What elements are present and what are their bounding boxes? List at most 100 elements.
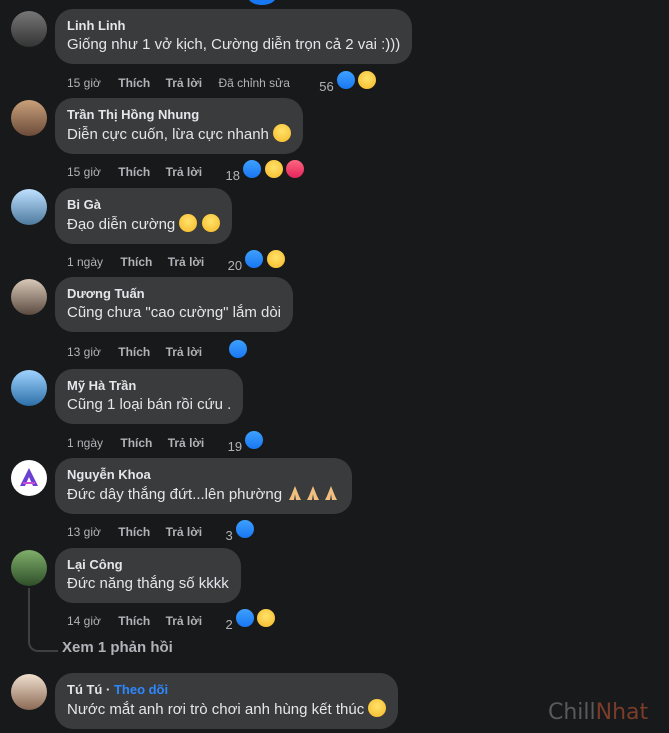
reply-button[interactable]: Trả lời	[166, 610, 203, 632]
comment-time[interactable]: 1 ngày	[67, 251, 103, 273]
avatar[interactable]	[11, 674, 47, 710]
comment-text-body: Nước mắt anh rơi trò chơi anh hùng kết t…	[67, 701, 365, 718]
comment-bubble: Dương Tuấn Cũng chưa "cao cường" lắm dòi	[55, 277, 294, 332]
comment-actions: 13 giờ Thích Trả lời 3	[67, 518, 257, 543]
reply-button[interactable]: Trả lời	[166, 72, 203, 94]
reply-button[interactable]: Trả lời	[166, 341, 203, 363]
avatar[interactable]	[11, 370, 47, 406]
comment-actions: 15 giờ Thích Trả lời 18	[67, 158, 306, 183]
commenter-name[interactable]: Linh Linh	[67, 17, 400, 34]
reaction-summary[interactable]	[225, 338, 249, 367]
like-reaction-icon	[241, 158, 264, 180]
avatar[interactable]	[11, 460, 47, 496]
like-button[interactable]: Thích	[118, 521, 150, 543]
like-reaction-icon	[234, 607, 257, 629]
comment-bubble: Nguyễn Khoa Đức dây thắng đứt...lên phườ…	[55, 458, 353, 514]
comment-text: Nước mắt anh rơi trò chơi anh hùng kết t…	[67, 699, 387, 720]
love-reaction-icon	[283, 158, 306, 180]
haha-reaction-icon	[264, 248, 287, 270]
watermark-part: Chill	[548, 700, 596, 725]
avatar[interactable]	[11, 100, 47, 136]
comment-bubble: Trần Thị Hồng Nhung Diễn cực cuốn, lừa c…	[55, 98, 304, 154]
reaction-count: 20	[227, 258, 243, 273]
like-button[interactable]: Thích	[118, 161, 150, 183]
reaction-count: 19	[227, 439, 243, 454]
reaction-summary[interactable]: 19	[228, 429, 266, 458]
avatar[interactable]	[11, 11, 47, 47]
praying-hands-icon	[289, 486, 302, 500]
comment-text: Đạo diễn cường	[67, 214, 220, 235]
comment-actions: 1 ngày Thích Trả lời 19	[67, 429, 266, 454]
avatar[interactable]	[11, 550, 47, 586]
commenter-name[interactable]: Tú Tú	[67, 682, 102, 697]
comment-text: Đức năng thắng số kkkk	[67, 575, 229, 592]
comment-actions: 1 ngày Thích Trả lời 20	[67, 248, 287, 273]
watermark-logo: ChillNhat	[548, 700, 648, 725]
comment-text-body: Đức dây thắng đứt...lên phường	[67, 486, 283, 503]
haha-reaction-icon	[255, 607, 278, 629]
watermark-part: Nhat	[595, 700, 649, 725]
like-button[interactable]: Thích	[120, 251, 152, 273]
reaction-summary[interactable]: 2	[225, 607, 278, 636]
comment-bubble: Tú Tú · Theo dõi Nước mắt anh rơi trò ch…	[55, 673, 399, 729]
comment-time[interactable]: 13 giờ	[67, 521, 101, 543]
like-button[interactable]: Thích	[120, 432, 152, 454]
like-reaction-icon	[248, 0, 276, 5]
reaction-count: 3	[225, 528, 233, 543]
grinning-emoji-icon	[179, 214, 198, 232]
reaction-summary[interactable]: 18	[225, 158, 306, 187]
reaction-summary[interactable]: 56	[319, 69, 379, 98]
reaction-summary[interactable]: 3	[225, 518, 257, 547]
praying-hands-icon	[325, 486, 338, 500]
like-reaction-icon	[335, 69, 358, 91]
comment-actions: 13 giờ Thích Trả lời	[67, 338, 249, 360]
comment-actions: 15 giờ Thích Trả lời Đã chỉnh sửa 56	[67, 69, 379, 94]
commenter-name[interactable]: Bi Gà	[67, 196, 220, 213]
comment-bubble: Lại Công Đức năng thắng số kkkk	[55, 548, 241, 603]
reply-button[interactable]: Trả lời	[168, 432, 205, 454]
comment-text: Đức dây thắng đứt...lên phường	[67, 484, 340, 505]
comment-bubble: Bi Gà Đạo diễn cường	[55, 188, 232, 244]
like-button[interactable]: Thích	[118, 341, 150, 363]
commenter-name[interactable]: Dương Tuấn	[67, 285, 281, 302]
edited-label: Đã chỉnh sửa	[218, 75, 290, 90]
comment-text: Giống như 1 vở kịch, Cường diễn trọn cả …	[67, 36, 401, 53]
reaction-summary[interactable]: 20	[228, 248, 287, 277]
comment-time[interactable]: 13 giờ	[67, 341, 101, 363]
like-reaction-icon	[243, 429, 266, 451]
commenter-name[interactable]: Nguyễn Khoa	[67, 466, 340, 483]
view-replies-link[interactable]: Xem 1 phản hồi	[62, 639, 173, 656]
haha-reaction-icon	[356, 69, 379, 91]
reply-button[interactable]: Trả lời	[166, 161, 203, 183]
reply-button[interactable]: Trả lời	[166, 521, 203, 543]
haha-reaction-icon	[262, 158, 285, 180]
commenter-name[interactable]: Trần Thị Hồng Nhung	[67, 106, 291, 123]
comment-time[interactable]: 1 ngày	[67, 432, 103, 454]
reply-thread-line	[28, 588, 58, 652]
like-button[interactable]: Thích	[118, 72, 150, 94]
laughing-emoji-icon	[273, 124, 292, 142]
comment-bubble: Linh Linh Giống như 1 vở kịch, Cường diễ…	[55, 9, 413, 64]
reaction-count: 18	[225, 168, 240, 183]
like-button[interactable]: Thích	[118, 610, 150, 632]
comment-time[interactable]: 15 giờ	[67, 72, 101, 94]
commenter-name[interactable]: Mỹ Hà Trần	[67, 377, 231, 394]
commenter-header: Tú Tú · Theo dõi	[67, 682, 169, 697]
comment-text-body: Đạo diễn cường	[67, 216, 176, 233]
comment-time[interactable]: 14 giờ	[67, 610, 101, 632]
commenter-name[interactable]: Lại Công	[67, 556, 229, 573]
follow-button[interactable]: Theo dõi	[114, 682, 168, 697]
reply-button[interactable]: Trả lời	[168, 251, 205, 273]
like-reaction-icon	[243, 248, 266, 270]
reaction-count: 56	[319, 79, 334, 94]
avatar[interactable]	[11, 189, 47, 225]
reaction-count: 2	[225, 617, 233, 632]
logo-icon	[20, 468, 38, 486]
praying-hands-icon	[307, 486, 320, 500]
avatar[interactable]	[11, 279, 47, 315]
sweat-smile-emoji-icon	[368, 699, 387, 717]
comment-time[interactable]: 15 giờ	[67, 161, 101, 183]
grinning-emoji-icon	[201, 214, 220, 232]
like-reaction-icon	[226, 338, 249, 360]
comment-text: Cũng 1 loại bán rồi cứu .	[67, 396, 232, 413]
